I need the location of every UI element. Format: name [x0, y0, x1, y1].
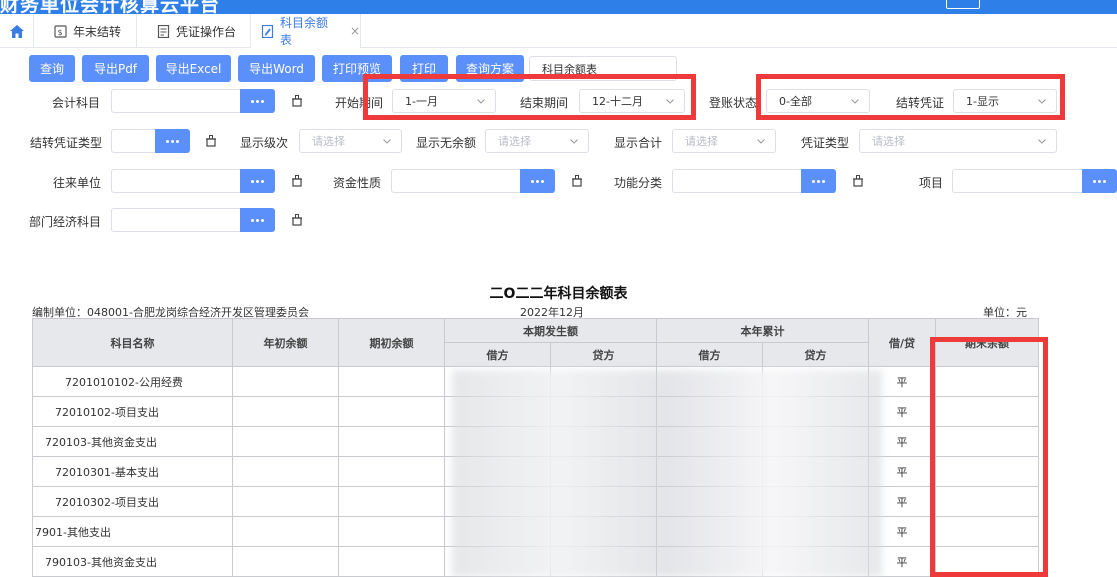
- col-current-debit-header: 借方: [444, 342, 551, 367]
- dept-economic-input[interactable]: [111, 208, 241, 232]
- export-word-button[interactable]: 导出Word: [238, 55, 315, 82]
- voucher-type-placeholder: 请选择: [872, 135, 905, 148]
- display-total-label: 显示合计: [613, 136, 662, 150]
- export-excel-button[interactable]: 导出Excel: [156, 55, 231, 82]
- chevron-down-icon: [757, 139, 765, 144]
- chevron-down-icon: [1038, 139, 1046, 144]
- project-input[interactable]: [952, 169, 1083, 193]
- account-input[interactable]: [111, 89, 241, 113]
- close-icon[interactable]: ×: [350, 24, 360, 38]
- display-level-select[interactable]: 请选择: [299, 129, 402, 153]
- display-no-balance-placeholder: 请选择: [498, 135, 531, 148]
- display-total-placeholder: 请选择: [685, 135, 718, 148]
- tab-year-end[interactable]: $ 年末结转: [34, 14, 137, 48]
- voucher-type-label: 凭证类型: [800, 136, 849, 150]
- col-current-header: 本期发生额: [444, 318, 657, 343]
- clear-icon[interactable]: [290, 174, 304, 188]
- account-picker-button[interactable]: [240, 89, 275, 113]
- app-title: 财务单位会计核算云平台: [0, 0, 221, 14]
- partner-picker-button[interactable]: [240, 169, 275, 193]
- edit-document-icon: [261, 24, 274, 38]
- partner-label: 往来单位: [52, 176, 101, 190]
- project-label: 项目: [918, 176, 943, 190]
- dept-economic-label: 部门经济科目: [28, 215, 101, 229]
- redacted-amounts: [452, 370, 882, 577]
- function-class-input[interactable]: [672, 169, 802, 193]
- function-class-picker-button[interactable]: [801, 169, 836, 193]
- col-ytd-header: 本年累计: [656, 318, 869, 343]
- function-class-label: 功能分类: [613, 176, 662, 190]
- chevron-down-icon: [570, 139, 578, 144]
- highlight-closing-column-box: [930, 337, 1048, 577]
- col-current-credit-header: 贷方: [550, 342, 657, 367]
- voucher-type-select[interactable]: 请选择: [859, 129, 1057, 153]
- chevron-down-icon: [383, 139, 391, 144]
- highlight-period-box: [363, 74, 696, 120]
- fund-nature-picker-button[interactable]: [520, 169, 555, 193]
- carry-voucher-type-picker-button[interactable]: [155, 129, 190, 153]
- account-name-cell: 7901-其他支出: [32, 516, 233, 547]
- tab-label: 年末结转: [73, 24, 122, 39]
- account-name-cell: 72010102-项目支出: [32, 396, 233, 427]
- tab-bar: $ 年末结转 凭证操作台 科目余额表 ×: [0, 14, 1117, 49]
- report-title: 二O二二年科目余额表: [489, 286, 628, 302]
- project-picker-button[interactable]: [1082, 169, 1117, 193]
- account-name-cell: 7201010102-公用经费: [32, 366, 233, 397]
- col-ytd-debit-header: 借方: [656, 342, 763, 367]
- partner-input[interactable]: [111, 169, 241, 193]
- carry-voucher-type-label: 结转凭证类型: [29, 136, 102, 150]
- display-no-balance-label: 显示无余额: [415, 136, 476, 150]
- year-end-icon: $: [54, 24, 67, 38]
- document-icon: [157, 24, 170, 38]
- col-period-open-header: 期初余额: [338, 318, 445, 367]
- account-name-cell: 72010302-项目支出: [32, 486, 233, 517]
- tab-voucher-desk[interactable]: 凭证操作台: [137, 14, 251, 48]
- dept-economic-picker-button[interactable]: [240, 208, 275, 232]
- highlight-status-box: [756, 74, 1065, 120]
- tab-label: 科目余额表: [280, 16, 329, 47]
- display-no-balance-select[interactable]: 请选择: [485, 129, 589, 153]
- clear-icon[interactable]: [570, 174, 584, 188]
- account-name-cell: 790103-其他资金支出: [32, 546, 233, 577]
- account-name-cell: 72010301-基本支出: [32, 456, 233, 487]
- col-ytd-credit-header: 贷方: [762, 342, 869, 367]
- clear-icon[interactable]: [204, 134, 218, 148]
- fund-nature-label: 资金性质: [332, 176, 381, 190]
- account-label: 会计科目: [51, 96, 100, 110]
- svg-text:$: $: [58, 28, 63, 37]
- col-year-open-header: 年初余额: [232, 318, 339, 367]
- display-level-placeholder: 请选择: [312, 135, 345, 148]
- clear-icon[interactable]: [851, 174, 865, 188]
- fund-nature-input[interactable]: [391, 169, 521, 193]
- display-total-select[interactable]: 请选择: [672, 129, 776, 153]
- col-name-header: 科目名称: [32, 318, 233, 367]
- home-icon[interactable]: [0, 14, 34, 48]
- tab-label: 凭证操作台: [176, 24, 237, 39]
- tab-account-balance[interactable]: 科目余额表 ×: [251, 14, 361, 49]
- carry-voucher-type-input[interactable]: [111, 129, 156, 153]
- export-pdf-button[interactable]: 导出Pdf: [82, 55, 149, 82]
- clear-icon[interactable]: [290, 94, 304, 108]
- posting-status-label: 登账状态: [708, 96, 757, 110]
- clear-icon[interactable]: [290, 213, 304, 227]
- col-direction-header: 借/贷: [868, 318, 936, 367]
- account-name-cell: 720103-其他资金支出: [32, 426, 233, 457]
- display-level-label: 显示级次: [239, 136, 288, 150]
- header-button[interactable]: [946, 0, 980, 9]
- app-header: 财务单位会计核算云平台: [0, 0, 1117, 14]
- query-button[interactable]: 查询: [29, 55, 75, 82]
